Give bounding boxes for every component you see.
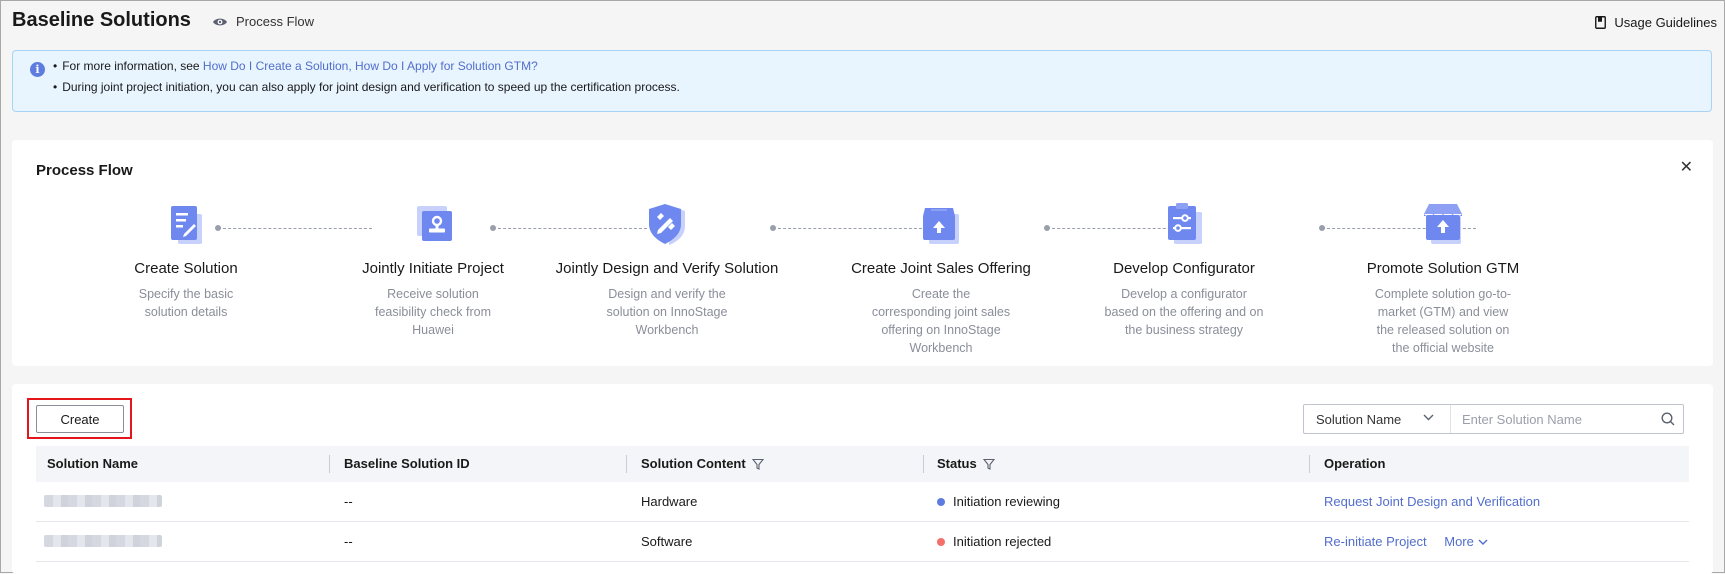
solution-content-cell: Software [641,534,693,549]
more-label: More [1444,534,1474,549]
process-flow-card: Process Flow ✕ Create Solution Specify t… [12,140,1713,366]
column-divider [626,455,627,473]
info-icon: i [30,62,45,77]
status-text: Initiation reviewing [953,494,1060,509]
flow-step-develop-configurator: Develop Configurator Develop a configura… [1064,200,1304,339]
column-header-label: Solution Content [641,456,746,471]
usage-guidelines-link[interactable]: Usage Guidelines [1595,15,1717,30]
notice-help-link[interactable]: How Do I Create a Solution, How Do I App… [203,59,538,73]
request-joint-design-link[interactable]: Request Joint Design and Verification [1324,494,1540,509]
solution-table: Solution Name Baseline Solution ID Solut… [36,446,1689,562]
status-dot [937,538,945,546]
operation-cell: Request Joint Design and Verification [1324,482,1540,521]
column-header-solution-content: Solution Content [641,446,764,482]
process-flow-link-label: Process Flow [236,14,315,29]
flow-step-jointly-initiate-project: Jointly Initiate Project Receive solutio… [313,200,553,339]
notice-line-1-text: For more information, see [62,59,203,73]
document-edit-icon [162,200,210,248]
step-title: Create Joint Sales Offering [851,260,1031,277]
shield-tools-icon [643,200,691,248]
flow-step-create-joint-sales-offering: Create Joint Sales Offering Create the c… [821,200,1061,357]
status-dot [937,498,945,506]
step-description: Complete solution go-to-market (GTM) and… [1374,287,1512,355]
redacted-name [44,495,162,507]
baseline-id-cell: -- [344,494,353,509]
step-description: Design and verify the solution on InnoSt… [606,287,728,337]
chevron-down-icon [1423,414,1434,421]
box-upload-icon [917,200,965,248]
step-title: Jointly Initiate Project [362,260,504,277]
status-cell: Initiation rejected [937,522,1051,561]
usage-guidelines-label: Usage Guidelines [1614,15,1717,30]
column-header-label: Solution Name [47,456,139,471]
search-box: Solution Name [1303,404,1684,434]
search-icon[interactable] [1653,405,1683,433]
table-row: -- Software Initiation rejected Re-initi… [36,522,1689,562]
create-button[interactable]: Create [36,405,124,433]
step-title: Jointly Design and Verify Solution [555,260,779,277]
flow-step-create-solution: Create Solution Specify the basic soluti… [66,200,306,321]
operation-cell: Re-initiate Project More [1324,522,1488,561]
column-header-operation: Operation [1324,446,1385,482]
filter-icon[interactable] [751,458,764,470]
table-header: Solution Name Baseline Solution ID Solut… [36,446,1689,482]
column-header-label: Baseline Solution ID [344,456,470,471]
column-header-solution-name: Solution Name [47,446,138,482]
clipboard-sliders-icon [1160,200,1208,248]
column-header-status: Status [937,446,995,482]
step-description: Develop a configurator based on the offe… [1104,287,1264,337]
column-divider [1309,455,1310,473]
step-description: Receive solution feasibility check from … [374,287,491,337]
column-header-label: Operation [1324,456,1386,471]
process-flow-link[interactable]: Process Flow [212,14,314,29]
store-upload-icon [1419,200,1467,248]
filter-icon[interactable] [982,458,995,470]
solution-content-cell: Hardware [641,494,698,509]
re-initiate-project-link[interactable]: Re-initiate Project [1324,534,1427,549]
status-cell: Initiation reviewing [937,482,1060,521]
step-title: Promote Solution GTM [1366,260,1520,277]
step-title: Develop Configurator [1113,260,1255,277]
column-divider [329,455,330,473]
baseline-id-cell: -- [344,534,353,549]
close-icon[interactable]: ✕ [1680,160,1693,176]
search-field-select[interactable]: Solution Name [1304,405,1451,433]
search-input[interactable] [1451,404,1653,434]
solution-name-cell[interactable] [36,522,316,561]
info-notice: i • For more information, see How Do I Cr… [12,50,1712,112]
more-dropdown[interactable]: More [1444,522,1488,561]
flow-step-promote-solution-gtm: Promote Solution GTM Complete solution g… [1323,200,1563,357]
stamp-icon [409,200,457,248]
column-divider [923,455,924,473]
step-description: Specify the basic solution details [138,287,234,319]
page-title: Baseline Solutions [12,9,191,31]
redacted-name [44,535,162,547]
eye-icon [213,18,227,25]
step-description: Create the corresponding joint sales off… [871,287,1011,355]
notice-line-2-text: During joint project initiation, you can… [62,80,680,94]
notice-line-1: • For more information, see How Do I Crea… [53,59,538,73]
table-row: -- Hardware Initiation reviewing Request… [36,482,1689,522]
search-field-value: Solution Name [1316,411,1402,427]
flow-step-jointly-design-verify: Jointly Design and Verify Solution Desig… [547,200,787,339]
book-icon [1595,16,1607,29]
chevron-down-icon [1478,539,1488,545]
solution-list-card: Create Solution Name Solution Name Basel… [12,384,1713,574]
status-text: Initiation rejected [953,534,1052,549]
solution-name-cell[interactable] [36,482,316,521]
column-header-label: Status [937,456,977,471]
step-title: Create Solution [134,260,238,277]
notice-line-2: • During joint project initiation, you ca… [53,80,680,94]
process-flow-title: Process Flow [36,162,133,179]
column-header-baseline-id: Baseline Solution ID [344,446,470,482]
